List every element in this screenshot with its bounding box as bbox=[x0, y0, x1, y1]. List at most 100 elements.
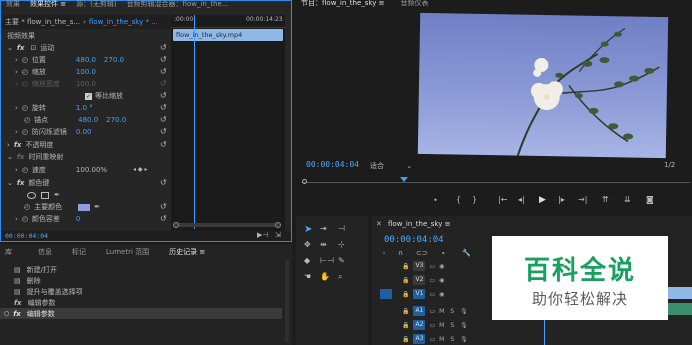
reset-rotation-icon[interactable]: ↺ bbox=[160, 103, 167, 112]
stopwatch-icon[interactable]: ◴ bbox=[22, 56, 28, 64]
tab-info[interactable]: 信息 bbox=[33, 246, 57, 258]
reset-scale-icon[interactable]: ↺ bbox=[160, 67, 167, 76]
history-item[interactable]: ▤ 新建/打开 bbox=[0, 264, 280, 275]
lock-icon[interactable]: 🔒 bbox=[402, 322, 409, 329]
rect-mask-icon[interactable] bbox=[41, 191, 49, 199]
speed-value[interactable]: 100.00% bbox=[76, 166, 107, 174]
export-frame-icon[interactable]: ⇲ bbox=[275, 231, 281, 239]
scrollbar-thumb-left[interactable] bbox=[173, 222, 179, 228]
flicker-value[interactable]: 0.00 bbox=[76, 128, 92, 136]
track-header-a1[interactable]: 🔒 A1 ▭ M S 🎙 bbox=[372, 304, 492, 318]
add-marker-icon[interactable]: ⬩ bbox=[434, 195, 437, 205]
track-name[interactable]: A2 bbox=[413, 320, 426, 330]
lock-icon[interactable]: 🔒 bbox=[402, 291, 409, 298]
tab-effects[interactable]: 效果 bbox=[1, 0, 25, 10]
zoom-tool-icon[interactable]: ✋ bbox=[320, 272, 330, 281]
reset-color-tolerance-icon[interactable]: ↺ bbox=[160, 214, 167, 223]
step-back-icon[interactable]: ◂| bbox=[518, 195, 525, 204]
history-item[interactable]: ▤ 提升与覆盖选择项 bbox=[0, 286, 280, 297]
program-video-frame[interactable] bbox=[417, 12, 669, 159]
track-select-tool-icon[interactable]: ⇥ bbox=[320, 224, 327, 233]
sequence-tab-label[interactable]: flow_in_the_sky ≡ bbox=[388, 220, 450, 228]
program-timecode[interactable]: 00:00:04:04 bbox=[306, 160, 359, 169]
fit-dropdown[interactable]: 适合 ⌄ bbox=[370, 161, 412, 171]
stopwatch-icon[interactable]: ◴ bbox=[22, 104, 28, 112]
program-scrub-bar[interactable] bbox=[302, 175, 690, 185]
clip-bar[interactable]: flow_in_the_sky.mp4 bbox=[173, 29, 283, 41]
eye-icon[interactable]: ◉ bbox=[439, 277, 444, 284]
stopwatch-icon[interactable]: ◴ bbox=[24, 203, 30, 211]
expand-arrow-icon[interactable]: › bbox=[15, 56, 18, 64]
magnifier-tool-icon[interactable]: ⌕ bbox=[338, 272, 342, 282]
source-patch-v1[interactable] bbox=[380, 289, 392, 299]
stopwatch-icon[interactable]: ◴ bbox=[22, 68, 28, 76]
lock-icon[interactable]: 🔒 bbox=[402, 336, 409, 343]
reset-motion-icon[interactable]: ↺ bbox=[160, 43, 167, 52]
mute-button[interactable]: M bbox=[439, 322, 444, 329]
reset-opacity-icon[interactable]: ↺ bbox=[160, 140, 167, 149]
reset-uniform-scale-icon[interactable]: ↺ bbox=[160, 91, 167, 100]
expand-arrow-icon[interactable]: › bbox=[7, 141, 10, 149]
resolution-fraction[interactable]: 1/2 bbox=[664, 161, 675, 169]
sync-icon[interactable]: ▭ bbox=[429, 291, 435, 298]
effect-controls-timecode[interactable]: 00:00:04:04 bbox=[5, 232, 48, 240]
reset-key-color-icon[interactable]: ↺ bbox=[160, 202, 167, 211]
camera-icon[interactable]: ◙ bbox=[646, 195, 654, 204]
slide-tool-icon[interactable]: ⊢⊣ bbox=[320, 256, 334, 265]
color-tolerance-value[interactable]: 0 bbox=[76, 215, 80, 223]
anchor-x-value[interactable]: 480.0 bbox=[78, 116, 106, 124]
uniform-scale-checkbox[interactable]: ✓ bbox=[85, 92, 92, 100]
reset-color-key-icon[interactable]: ↺ bbox=[160, 178, 167, 187]
eye-icon[interactable]: ◉ bbox=[439, 263, 444, 270]
nest-icon[interactable]: ⍤ bbox=[382, 249, 386, 258]
scrub-start-handle[interactable] bbox=[302, 179, 307, 184]
fx-badge-icon[interactable]: fx bbox=[14, 141, 22, 149]
scale-value[interactable]: 100.0 bbox=[76, 68, 96, 76]
expand-arrow-icon[interactable]: › bbox=[15, 128, 18, 136]
play-only-audio-icon[interactable]: ▶⊣ bbox=[257, 231, 268, 239]
mark-in-icon[interactable]: { bbox=[456, 195, 461, 204]
position-y-value[interactable]: 270.0 bbox=[104, 56, 124, 64]
mark-out-icon[interactable]: } bbox=[472, 195, 477, 204]
tab-source[interactable]: 源：(无剪辑) bbox=[71, 0, 121, 10]
ripple-edit-tool-icon[interactable]: ⊣ bbox=[338, 224, 345, 233]
solo-button[interactable]: S bbox=[450, 336, 454, 343]
reset-scale-width-icon[interactable]: ↺ bbox=[160, 79, 167, 88]
track-header-a3[interactable]: 🔒 A3 ▭ M S 🎙 bbox=[372, 332, 492, 345]
tab-libraries[interactable]: 库 bbox=[0, 246, 17, 258]
tab-audio-mixer[interactable]: 音频剪辑混合器：flow_in_the... bbox=[122, 0, 234, 10]
mini-scrollbar[interactable] bbox=[173, 222, 281, 228]
lock-icon[interactable]: 🔒 bbox=[402, 308, 409, 315]
playhead-marker[interactable] bbox=[400, 177, 408, 182]
tab-program[interactable]: 节目：flow_in_the_sky ≡ bbox=[296, 0, 389, 9]
rate-stretch-tool-icon[interactable]: ⇹ bbox=[320, 240, 327, 249]
timeline-audio-clip[interactable] bbox=[666, 303, 692, 315]
sync-icon[interactable]: ▭ bbox=[429, 263, 435, 270]
close-sequence-icon[interactable]: ✕ bbox=[376, 220, 382, 228]
effect-time-remap[interactable]: ⌄ fx 时间重映射 bbox=[7, 151, 63, 163]
key-color-swatch[interactable] bbox=[78, 203, 91, 211]
timeline-clip[interactable] bbox=[666, 287, 692, 299]
track-name[interactable]: A1 bbox=[413, 306, 426, 316]
selection-tool-icon[interactable]: ➤ bbox=[304, 224, 312, 235]
expand-arrow-icon[interactable]: › bbox=[15, 166, 18, 174]
rotation-value[interactable]: 1.0 ° bbox=[76, 104, 93, 112]
track-name[interactable]: A3 bbox=[413, 334, 426, 344]
extract-icon[interactable]: ⇊ bbox=[624, 195, 631, 204]
effect-opacity[interactable]: › fx 不透明度 bbox=[7, 139, 53, 151]
effect-mini-timeline[interactable]: :00:00 00:00:14:23 flow_in_the_sky.mp4 bbox=[171, 15, 285, 233]
pen-tool-icon[interactable]: ✎ bbox=[338, 256, 345, 265]
lift-icon[interactable]: ⇈ bbox=[602, 195, 609, 204]
expand-arrow-icon[interactable]: › bbox=[15, 104, 18, 112]
track-name[interactable]: V3 bbox=[413, 261, 426, 271]
stopwatch-icon[interactable]: ◴ bbox=[22, 166, 28, 174]
step-forward-icon[interactable]: |▸ bbox=[558, 195, 565, 204]
track-name[interactable]: V1 bbox=[413, 289, 426, 299]
collapse-arrow-icon[interactable]: ⌄ bbox=[7, 153, 13, 161]
master-clip-label[interactable]: 主要 * flow_in_the_s... bbox=[5, 17, 80, 27]
lock-icon[interactable]: 🔒 bbox=[402, 263, 409, 270]
sync-icon[interactable]: ▭ bbox=[429, 308, 435, 315]
razor-tool-icon[interactable]: ⊹ bbox=[338, 240, 345, 249]
sync-icon[interactable]: ▭ bbox=[429, 336, 435, 343]
tab-lumetri-scopes[interactable]: Lumetri 范围 bbox=[101, 246, 154, 258]
